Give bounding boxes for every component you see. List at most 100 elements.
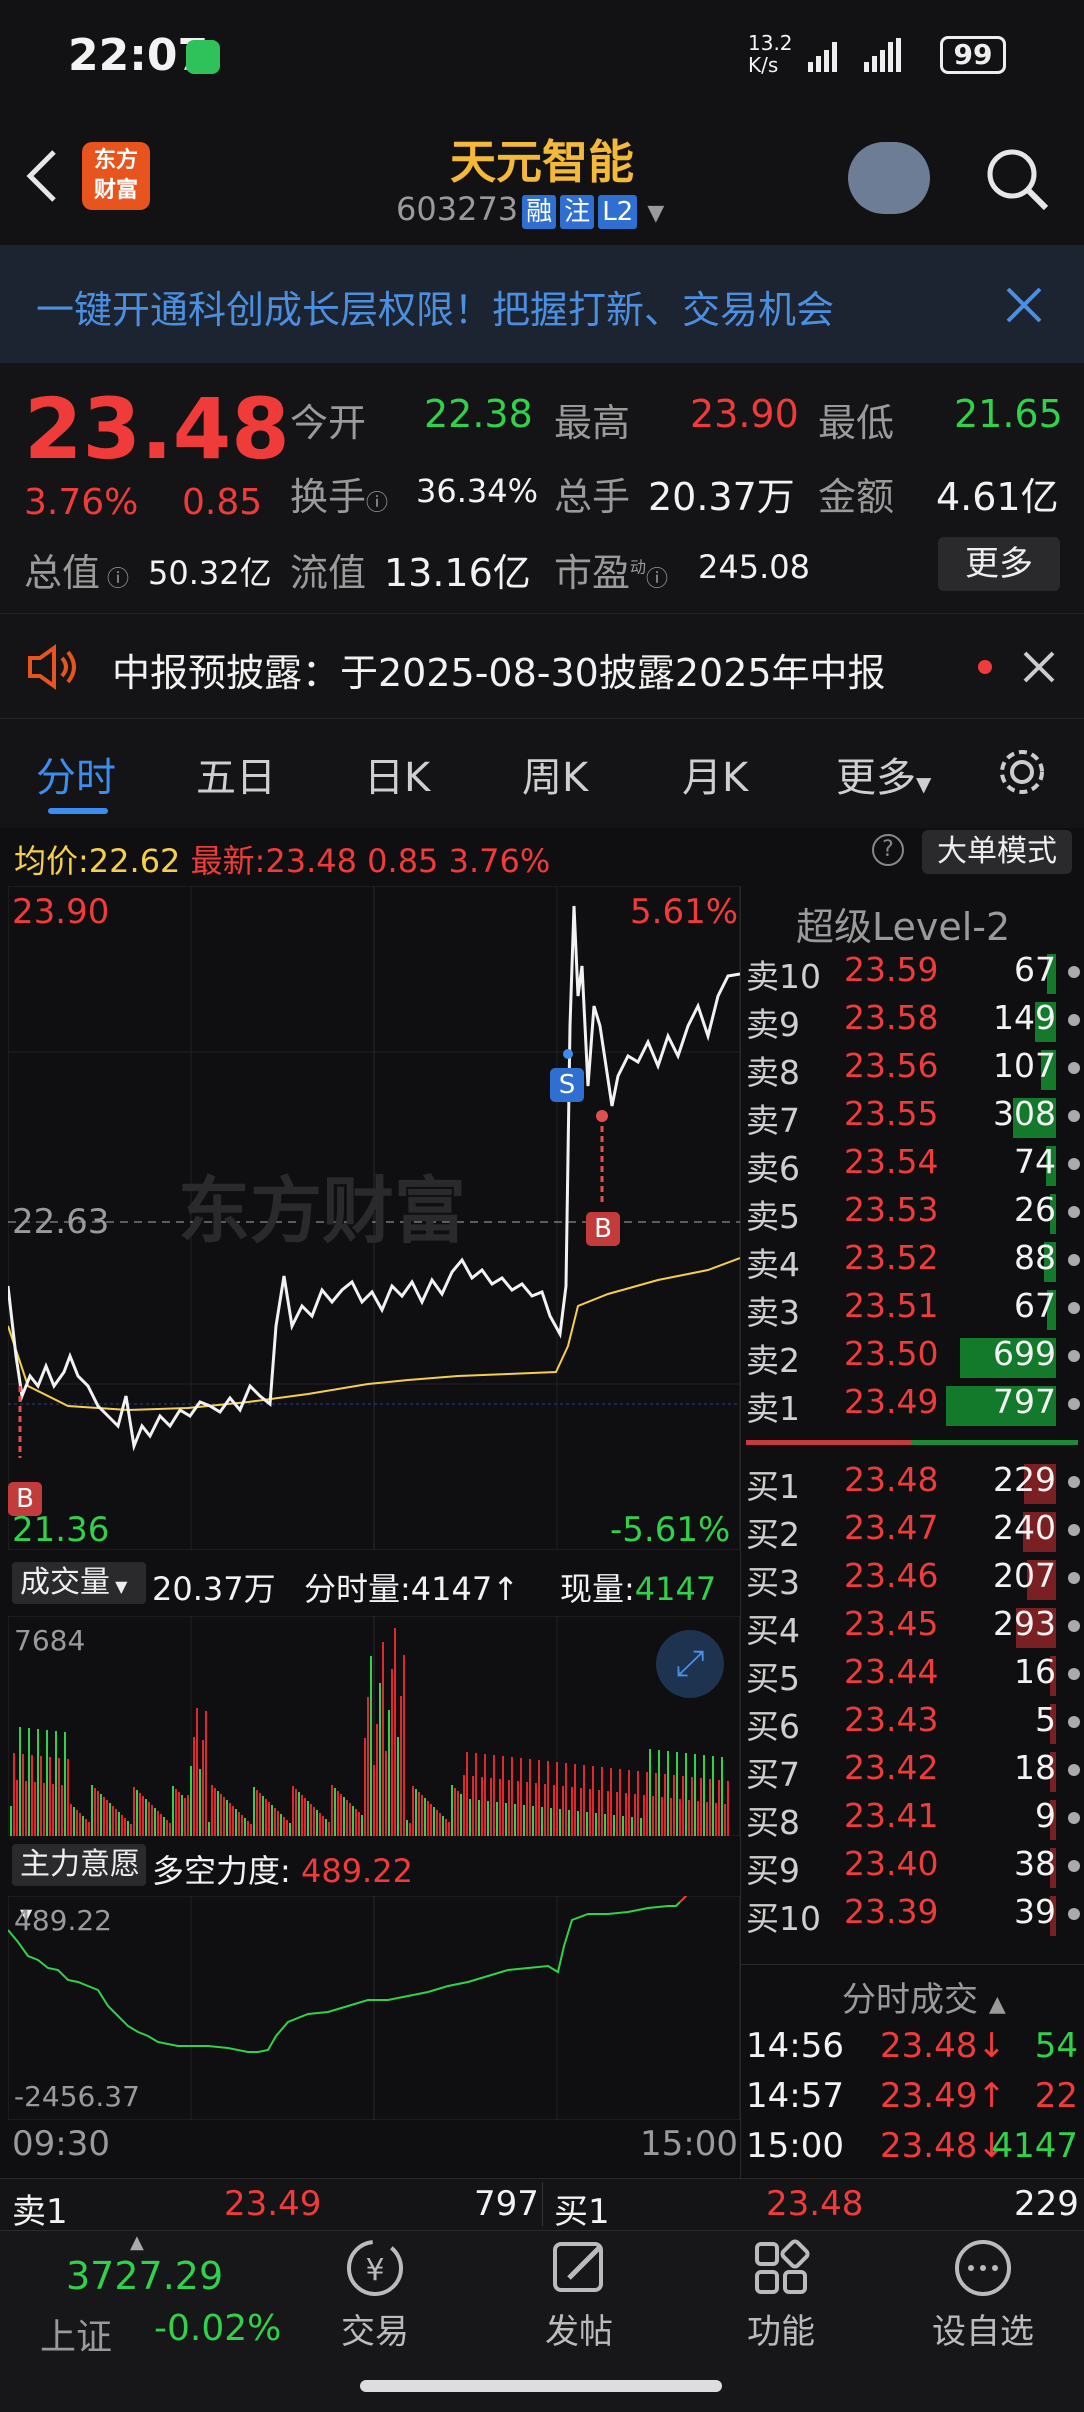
notice-bar[interactable]: 中报预披露：于2025-08-30披露2025年中报 bbox=[0, 613, 1084, 718]
ask-volume: 67 bbox=[1014, 950, 1056, 989]
ask-row[interactable]: 卖5 23.53 26 bbox=[742, 1190, 1084, 1238]
trade-time: 14:57 bbox=[746, 2076, 844, 2116]
close-icon[interactable] bbox=[1004, 285, 1044, 325]
volume-bar bbox=[16, 1780, 18, 1836]
volume-bar bbox=[46, 1730, 48, 1836]
volume-bar bbox=[25, 1781, 27, 1836]
ask-row[interactable]: 卖10 23.59 67 bbox=[742, 950, 1084, 998]
ask-volume: 699 bbox=[993, 1334, 1056, 1373]
help-icon[interactable]: ? bbox=[872, 834, 904, 866]
volume-bar bbox=[235, 1809, 237, 1836]
ask-label: 卖10 bbox=[746, 957, 821, 996]
volume-bar bbox=[559, 1809, 561, 1836]
ask-row[interactable]: 卖8 23.56 107 bbox=[742, 1046, 1084, 1094]
buy-marker-icon[interactable]: B bbox=[586, 1212, 620, 1246]
trade-price: 23.49↑ bbox=[880, 2076, 1006, 2116]
bid-row[interactable]: 买5 23.44 16 bbox=[742, 1652, 1084, 1700]
volume-bar bbox=[589, 1789, 591, 1836]
bid-volume: 5 bbox=[1035, 1700, 1056, 1739]
ask-row[interactable]: 卖6 23.54 74 bbox=[742, 1142, 1084, 1190]
bid-label: 买5 bbox=[746, 1659, 800, 1698]
volume-bar bbox=[553, 1785, 555, 1836]
search-icon[interactable] bbox=[982, 144, 1052, 214]
trade-row: 14:57 23.49↑ 22 bbox=[746, 2076, 1078, 2124]
volume-bar bbox=[430, 1804, 432, 1836]
volume-bar bbox=[109, 1803, 111, 1836]
volume-bar bbox=[217, 1791, 219, 1836]
volume-bar bbox=[466, 1752, 468, 1836]
volume-bar bbox=[718, 1780, 720, 1836]
volume-bar bbox=[232, 1806, 234, 1836]
ask-row[interactable]: 卖1 23.49 797 bbox=[742, 1382, 1084, 1430]
volume-bar bbox=[532, 1806, 534, 1836]
wechat-icon bbox=[186, 40, 220, 74]
volume-bar bbox=[520, 1758, 522, 1836]
volume-bar bbox=[577, 1811, 579, 1836]
promo-banner[interactable]: 一键开通科创成长层权限！把握打新、交易机会 bbox=[0, 245, 1084, 363]
volume-selector[interactable]: 成交量 ▼ bbox=[12, 1562, 146, 1604]
nav-functions-label: 功能 bbox=[747, 2312, 815, 2352]
tab-5day[interactable]: 五日 bbox=[196, 745, 276, 803]
ask-row[interactable]: 卖4 23.52 88 bbox=[742, 1238, 1084, 1286]
big-order-mode-button[interactable]: 大单模式 bbox=[922, 830, 1072, 874]
sell-marker-icon[interactable]: S bbox=[550, 1068, 584, 1102]
robot-avatar-icon[interactable] bbox=[848, 142, 930, 214]
notice-close-icon[interactable] bbox=[1022, 650, 1056, 684]
bid-row[interactable]: 买7 23.42 18 bbox=[742, 1748, 1084, 1796]
volume-bar bbox=[256, 1790, 258, 1836]
volume-bar bbox=[529, 1759, 531, 1836]
net-speed: 13.2 K/s bbox=[748, 31, 793, 77]
tab-daily-k[interactable]: 日K bbox=[364, 745, 430, 803]
volume-bar bbox=[463, 1775, 465, 1836]
index-widget[interactable]: ▲ 3727.29 上证 -0.02% bbox=[0, 2232, 281, 2358]
bid-row[interactable]: 买2 23.47 240 bbox=[742, 1508, 1084, 1556]
volume-bar bbox=[415, 1789, 417, 1836]
bid-row[interactable]: 买6 23.43 5 bbox=[742, 1700, 1084, 1748]
nav-trade[interactable]: ¥ 交易 bbox=[320, 2236, 430, 2366]
indicator-top: 489.22 bbox=[14, 1904, 112, 1937]
expand-icon[interactable]: ⤢ bbox=[656, 1630, 724, 1698]
ask-row[interactable]: 卖9 23.58 149 bbox=[742, 998, 1084, 1046]
volume-bar bbox=[418, 1792, 420, 1836]
nav-add-watchlist[interactable]: 设自选 bbox=[918, 2236, 1048, 2366]
settings-gear-icon[interactable] bbox=[996, 746, 1048, 798]
ask-label: 卖9 bbox=[746, 1005, 800, 1044]
more-button[interactable]: 更多 bbox=[938, 537, 1060, 591]
bid-price: 23.44 bbox=[844, 1652, 939, 1691]
nav-add-watchlist-label: 设自选 bbox=[932, 2312, 1034, 2352]
orderbook-title[interactable]: 超级Level-2 bbox=[796, 896, 1010, 951]
ask-row[interactable]: 卖2 23.50 699 bbox=[742, 1334, 1084, 1382]
ask-row[interactable]: 卖7 23.55 308 bbox=[742, 1094, 1084, 1142]
dropdown-icon[interactable]: ▼ bbox=[647, 201, 664, 226]
bid-row[interactable]: 买3 23.46 207 bbox=[742, 1556, 1084, 1604]
trades-title[interactable]: 分时成交 ▲ bbox=[842, 1972, 1006, 2021]
bid-row[interactable]: 买10 23.39 39 bbox=[742, 1892, 1084, 1940]
volume-bar bbox=[550, 1808, 552, 1836]
tab-monthly-k[interactable]: 月K bbox=[682, 745, 748, 803]
price-change: 0.85 bbox=[182, 482, 263, 523]
trade-price: 23.48↓ bbox=[880, 2126, 1006, 2166]
bid-row[interactable]: 买9 23.40 38 bbox=[742, 1844, 1084, 1892]
bid-price: 23.41 bbox=[844, 1796, 939, 1835]
ask-price: 23.53 bbox=[844, 1190, 939, 1229]
volume-bar bbox=[403, 1655, 405, 1836]
tab-intraday[interactable]: 分时 bbox=[36, 745, 116, 803]
bid-label: 买1 bbox=[746, 1467, 800, 1506]
status-dot bbox=[1068, 1398, 1080, 1410]
indicator-selector[interactable]: 主力意愿 ▼ bbox=[12, 1844, 146, 1924]
nav-functions[interactable]: 功能 bbox=[726, 2236, 836, 2366]
ask-row[interactable]: 卖3 23.51 67 bbox=[742, 1286, 1084, 1334]
tab-more[interactable]: 更多▼ bbox=[836, 745, 931, 803]
volume-chart bbox=[8, 1616, 740, 1836]
volume-bar bbox=[409, 1823, 411, 1836]
volume-bar bbox=[196, 1708, 198, 1836]
status-dot bbox=[1068, 1254, 1080, 1266]
volume-bar bbox=[355, 1809, 357, 1836]
home-indicator[interactable] bbox=[360, 2380, 722, 2392]
bid-row[interactable]: 买1 23.48 229 bbox=[742, 1460, 1084, 1508]
nav-post[interactable]: 发帖 bbox=[524, 2236, 634, 2366]
bid-row[interactable]: 买4 23.45 293 bbox=[742, 1604, 1084, 1652]
tab-weekly-k[interactable]: 周K bbox=[522, 745, 588, 803]
bid-row[interactable]: 买8 23.41 9 bbox=[742, 1796, 1084, 1844]
volume-bar bbox=[88, 1822, 90, 1836]
